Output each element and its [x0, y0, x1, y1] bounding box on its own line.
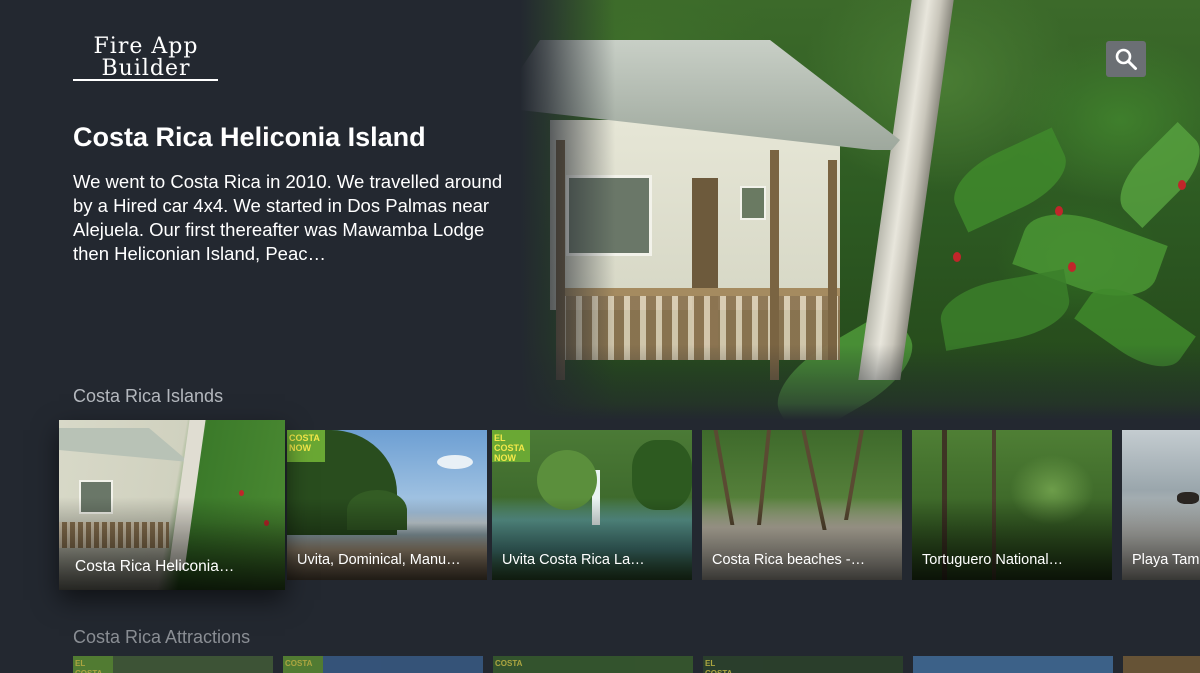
- channel-badge: EL COSTA: [703, 656, 743, 673]
- channel-badge: COSTA: [493, 656, 523, 673]
- content-card-uvita-costa-rica[interactable]: EL COSTA NOW Uvita Costa Rica La…: [492, 430, 692, 580]
- card-caption: Costa Rica beaches -…: [712, 552, 866, 568]
- content-card-heliconia[interactable]: Costa Rica Heliconia…: [59, 420, 285, 590]
- content-card-attraction[interactable]: EL COSTA: [703, 656, 903, 673]
- channel-badge: EL COSTA NOW: [492, 430, 530, 463]
- card-caption: Uvita, Dominical, Manu…: [297, 552, 461, 568]
- content-card-attraction[interactable]: [1123, 656, 1200, 673]
- content-card-playa[interactable]: Playa Tam: [1122, 430, 1200, 580]
- content-card-attraction[interactable]: EL COSTA: [73, 656, 273, 673]
- card-caption: Costa Rica Heliconia…: [75, 558, 235, 575]
- logo-line-2: Builder: [101, 56, 191, 81]
- card-caption: Playa Tam: [1132, 552, 1200, 568]
- search-icon: [1115, 48, 1137, 70]
- channel-badge: COSTA: [283, 656, 323, 673]
- hero-image: [520, 0, 1200, 420]
- content-card-costa-rica-beaches[interactable]: Costa Rica beaches -…: [702, 430, 902, 580]
- channel-badge: COSTA NOW: [287, 430, 325, 462]
- content-card-uvita-dominical[interactable]: COSTA NOW Uvita, Dominical, Manu…: [287, 430, 487, 580]
- row-title-attractions: Costa Rica Attractions: [73, 627, 251, 647]
- card-caption: Uvita Costa Rica La…: [502, 552, 645, 568]
- search-button[interactable]: [1106, 41, 1146, 77]
- featured-title: Costa Rica Heliconia Island: [73, 122, 426, 152]
- content-card-tortuguero[interactable]: Tortuguero National…: [912, 430, 1112, 580]
- content-card-attraction[interactable]: [913, 656, 1113, 673]
- content-card-attraction[interactable]: COSTA: [283, 656, 483, 673]
- app-logo: Fire App Builder: [73, 36, 219, 80]
- content-card-attraction[interactable]: COSTA: [493, 656, 693, 673]
- row-title-islands: Costa Rica Islands: [73, 386, 224, 406]
- app-screen: Fire App Builder Costa Rica Heliconia Is…: [0, 0, 1200, 673]
- channel-badge: EL COSTA: [73, 656, 113, 673]
- logo-underline: [73, 79, 218, 81]
- card-caption: Tortuguero National…: [922, 552, 1064, 568]
- logo-line-1: Fire App: [93, 34, 199, 59]
- featured-description: We went to Costa Rica in 2010. We travel…: [73, 171, 503, 264]
